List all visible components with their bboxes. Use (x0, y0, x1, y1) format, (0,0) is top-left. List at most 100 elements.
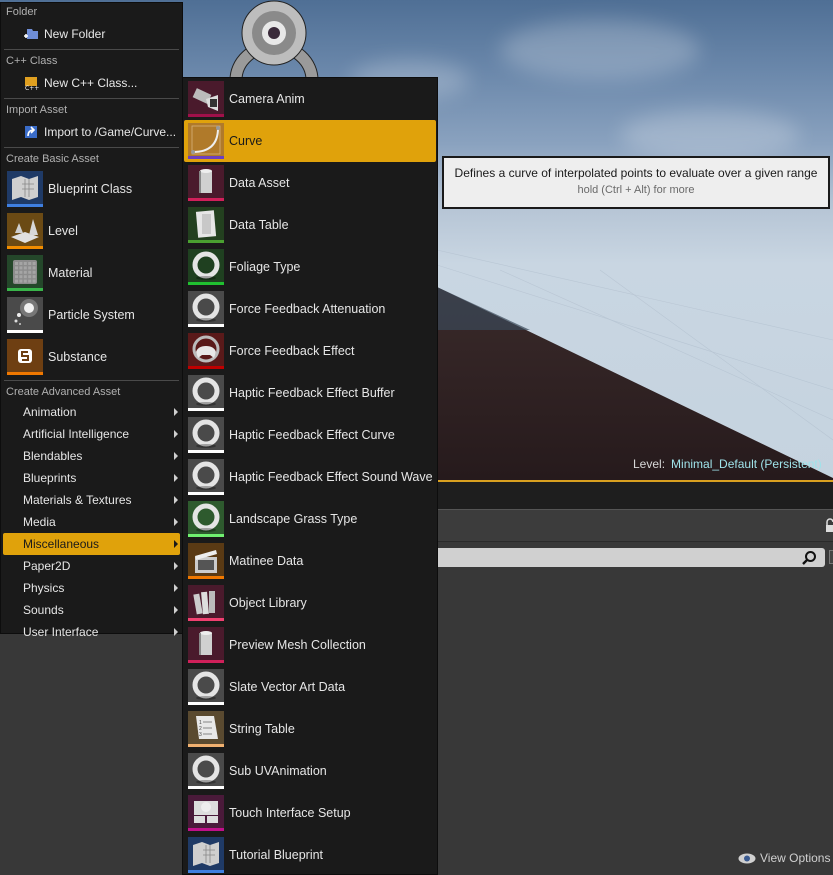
category-physics[interactable]: Physics (3, 577, 180, 599)
submenu-arrow-icon (174, 606, 178, 614)
menu-item-blueprint-class[interactable]: Blueprint Class (1, 168, 182, 210)
category-label: Blendables (23, 449, 83, 463)
submenu-item-haptic-feedback-effect-sound-wave[interactable]: Haptic Feedback Effect Sound Wave (184, 456, 436, 498)
submenu-item-foliage-type[interactable]: Foliage Type (184, 246, 436, 288)
asset-color-bar (188, 744, 224, 747)
category-blueprints[interactable]: Blueprints (3, 467, 180, 489)
menu-item-material[interactable]: Material (1, 252, 182, 294)
string-table-icon: 123 (188, 711, 224, 747)
category-animation[interactable]: Animation (3, 401, 180, 423)
category-artificial-intelligence[interactable]: Artificial Intelligence (3, 423, 180, 445)
submenu-item-label: Haptic Feedback Effect Sound Wave (229, 470, 433, 484)
asset-color-bar (188, 618, 224, 621)
search-icon[interactable] (801, 550, 817, 566)
submenu-item-force-feedback-attenuation[interactable]: Force Feedback Attenuation (184, 288, 436, 330)
view-options-button[interactable]: View Options (738, 851, 830, 865)
level-prefix: Level: (633, 457, 666, 471)
section-header-cpp-class: C++ Class (6, 55, 58, 67)
category-blendables[interactable]: Blendables (3, 445, 180, 467)
submenu-item-force-feedback-effect[interactable]: Force Feedback Effect (184, 330, 436, 372)
submenu-item-haptic-feedback-effect-buffer[interactable]: Haptic Feedback Effect Buffer (184, 372, 436, 414)
submenu-item-tutorial-blueprint[interactable]: Tutorial Blueprint (184, 834, 436, 875)
camera-anim-icon (188, 81, 224, 117)
asset-color-bar (188, 786, 224, 789)
submenu-item-object-library[interactable]: Object Library (184, 582, 436, 624)
submenu-item-matinee-data[interactable]: Matinee Data (184, 540, 436, 582)
category-label: Media (23, 515, 56, 529)
submenu-item-camera-anim[interactable]: Camera Anim (184, 78, 436, 120)
submenu-item-label: Tutorial Blueprint (229, 848, 324, 862)
asset-color-bar (188, 702, 224, 705)
category-materials-textures[interactable]: Materials & Textures (3, 489, 180, 511)
menu-item-substance[interactable]: Substance (1, 336, 182, 378)
submenu-item-label: Curve (229, 134, 263, 148)
submenu-item-haptic-feedback-effect-curve[interactable]: Haptic Feedback Effect Curve (184, 414, 436, 456)
haptic-curve-icon (188, 417, 224, 453)
submenu-item-label: Data Table (229, 218, 289, 232)
submenu-item-landscape-grass-type[interactable]: Landscape Grass Type (184, 498, 436, 540)
category-paper2d[interactable]: Paper2D (3, 555, 180, 577)
category-user-interface[interactable]: User Interface (3, 621, 180, 643)
submenu-item-data-table[interactable]: Data Table (184, 204, 436, 246)
menu-item-label: Substance (48, 350, 108, 364)
transform-gizmo[interactable] (228, 0, 320, 80)
category-label: Animation (23, 405, 77, 419)
submenu-arrow-icon (174, 452, 178, 460)
category-miscellaneous[interactable]: Miscellaneous (3, 533, 180, 555)
submenu-item-string-table[interactable]: 123 String Table (184, 708, 436, 750)
material-icon (7, 255, 43, 291)
category-media[interactable]: Media (3, 511, 180, 533)
editor-window: Level: Minimal_Default (Persistent) View … (0, 0, 833, 875)
submenu-item-label: String Table (229, 722, 295, 736)
section-header-advanced-asset: Create Advanced Asset (6, 386, 121, 398)
submenu-item-preview-mesh-collection[interactable]: Preview Mesh Collection (184, 624, 436, 666)
submenu-item-label: Haptic Feedback Effect Buffer (229, 386, 395, 400)
menu-item-import[interactable]: Import to /Game/Curve... (1, 119, 182, 145)
category-label: Miscellaneous (23, 537, 100, 551)
import-icon (25, 126, 37, 138)
submenu-item-label: Preview Mesh Collection (229, 638, 366, 652)
curve-tooltip: Defines a curve of interpolated points t… (442, 156, 830, 209)
submenu-item-label: Force Feedback Attenuation (229, 302, 386, 316)
submenu-item-slate-vector-art-data[interactable]: Slate Vector Art Data (184, 666, 436, 708)
submenu-item-curve[interactable]: Curve (184, 120, 436, 162)
menu-item-label: Import to /Game/Curve... (44, 125, 177, 139)
asset-color-bar (188, 576, 224, 579)
category-sounds[interactable]: Sounds (3, 599, 180, 621)
particle-system-icon (7, 297, 43, 333)
category-label: Blueprints (23, 471, 77, 485)
tutorial-blueprint-icon (188, 837, 224, 873)
menu-item-label: Material (48, 266, 93, 280)
asset-color-bar (7, 204, 43, 207)
submenu-arrow-icon (174, 430, 178, 438)
slate-vector-art-icon (188, 669, 224, 705)
submenu-item-data-asset[interactable]: Data Asset (184, 162, 436, 204)
force-feedback-attenuation-icon (188, 291, 224, 327)
asset-color-bar (188, 534, 224, 537)
section-divider (4, 49, 179, 50)
menu-item-label: Particle System (48, 308, 135, 322)
menu-item-label: Level (48, 224, 78, 238)
new-folder-icon (24, 29, 38, 39)
save-search-icon[interactable] (829, 550, 833, 564)
asset-color-bar (188, 408, 224, 411)
menu-item-new-folder[interactable]: New Folder (1, 21, 182, 47)
asset-color-bar (188, 660, 224, 663)
submenu-item-label: Camera Anim (229, 92, 305, 106)
asset-color-bar (188, 282, 224, 285)
section-divider (4, 147, 179, 148)
section-divider (4, 380, 179, 381)
lock-icon[interactable] (825, 518, 833, 532)
menu-item-particle-system[interactable]: Particle System (1, 294, 182, 336)
menu-item-label: New C++ Class... (44, 76, 138, 90)
level-indicator: Level: Minimal_Default (Persistent) (633, 457, 822, 471)
submenu-item-sub-uvanimation[interactable]: Sub UVAnimation (184, 750, 436, 792)
asset-color-bar (188, 450, 224, 453)
asset-search-input[interactable] (430, 548, 825, 567)
menu-item-level[interactable]: Level (1, 210, 182, 252)
level-icon (7, 213, 43, 249)
object-library-icon (188, 585, 224, 621)
category-label: Physics (23, 581, 65, 595)
submenu-item-touch-interface-setup[interactable]: Touch Interface Setup (184, 792, 436, 834)
menu-item-new-cpp-class[interactable]: C++ New C++ Class... (1, 70, 182, 96)
